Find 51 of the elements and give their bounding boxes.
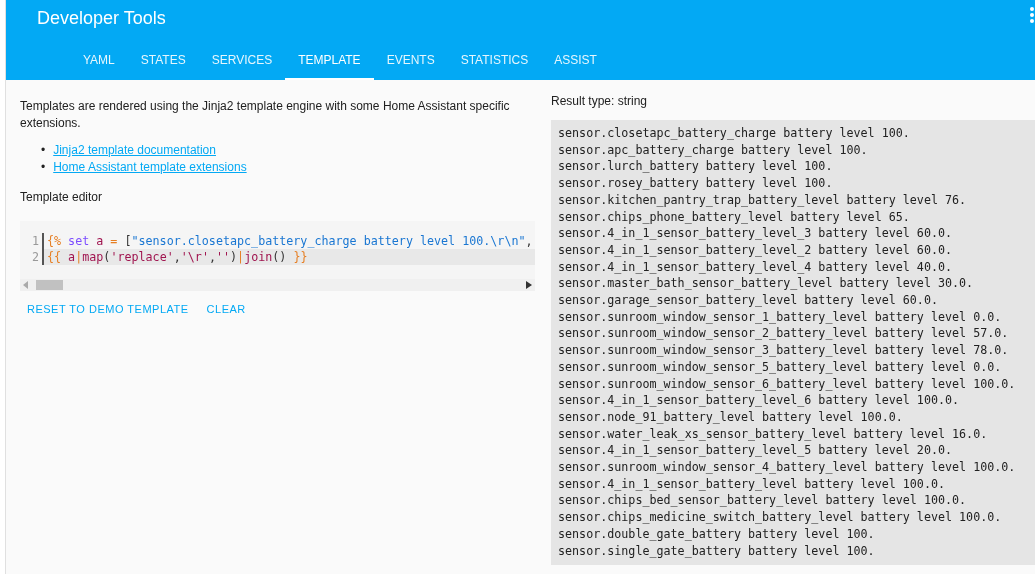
doc-link[interactable]: Home Assistant template extensions: [53, 159, 247, 176]
result-line: sensor.4_in_1_sensor_battery_level_3 battery level 60.0.: [558, 225, 954, 242]
result-line: sensor.apc_battery_charge battery level 100.: [558, 141, 869, 159]
result-line: sensor.sunroom_window_sensor_6_battery_level battery level 100.0.: [558, 375, 1017, 393]
result-line: sensor.sunroom_window_sensor_3_battery_level battery level 78.0.: [558, 342, 1010, 359]
scroll-right-icon[interactable]: [526, 281, 532, 289]
nav-tab[interactable]: STATISTICS: [447, 48, 542, 80]
clear-button[interactable]: CLEAR: [199, 295, 253, 323]
reset-button[interactable]: RESET TO DEMO TEMPLATE: [20, 295, 196, 323]
more-menu-icon[interactable]: [1029, 6, 1035, 24]
page-title: Developer Tools: [37, 8, 166, 30]
bullet: •: [41, 159, 46, 176]
result-line: sensor.sunroom_window_sensor_4_battery_level battery level 100.0.: [558, 459, 1017, 476]
bullet: •: [41, 142, 46, 159]
result-line: sensor.chips_medicine_switch_battery_level battery level 100.0.: [558, 509, 1003, 526]
scroll-left-icon[interactable]: [23, 281, 29, 289]
editor-label: Template editor: [20, 190, 104, 204]
code-line: {% set a = ["sensor.closetapc_battery_charge battery level 100.\r\n",: [47, 233, 533, 249]
result-line: sensor.chips_phone_battery_level battery level 65.: [558, 208, 911, 226]
result-line: sensor.lurch_battery battery level 100.: [558, 158, 834, 176]
nav-tab[interactable]: STATES: [127, 48, 199, 80]
result-line: sensor.sunroom_window_sensor_2_battery_level battery level 57.0.: [558, 325, 1010, 343]
code-line: {{ a|map('replace','\r','')|join() }}: [47, 249, 308, 265]
result-line: sensor.4_in_1_sensor_battery_level_6 battery level 100.0.: [558, 392, 961, 409]
result-line: sensor.water_leak_xs_sensor_battery_level battery level 16.0.: [558, 425, 989, 443]
result-line: sensor.4_in_1_sensor_battery_level_2 battery level 60.0.: [558, 241, 954, 259]
result-line: sensor.sunroom_window_sensor_1_battery_level battery level 0.0.: [558, 308, 1003, 326]
result-line: sensor.4_in_1_sensor_battery_level_4 battery level 40.0.: [558, 258, 954, 276]
result-line: sensor.master_bath_sensor_battery_level battery level 30.0.: [558, 275, 975, 293]
result-line: sensor.4_in_1_sensor_battery_level_5 battery level 20.0.: [558, 442, 954, 460]
result-line: sensor.chips_bed_sensor_battery_level battery level 100.0.: [558, 492, 968, 510]
doc-link[interactable]: Jinja2 template documentation: [53, 142, 216, 159]
result-line: sensor.kitchen_pantry_trap_battery_level battery level 76.: [558, 191, 968, 209]
scroll-thumb[interactable]: [36, 280, 63, 290]
result-line: sensor.rosey_battery battery level 100.: [558, 175, 834, 192]
result-line: sensor.garage_sensor_battery_level battery level 60.0.: [558, 292, 939, 309]
result-type: Result type: string: [551, 94, 649, 108]
nav-tab[interactable]: TEMPLATE: [285, 48, 374, 80]
nav-tab[interactable]: EVENTS: [373, 48, 448, 80]
nav-tab[interactable]: YAML: [70, 48, 128, 80]
nav-tab[interactable]: ASSIST: [541, 48, 610, 80]
result-line: sensor.sunroom_window_sensor_5_battery_level battery level 0.0.: [558, 358, 1003, 376]
result-line: sensor.double_gate_battery battery level 100.: [558, 525, 876, 543]
code-editor[interactable]: 1 {% set a = ["sensor.closetapc_battery_charge battery level 100.\r\n", 2 {{ a|map('replace','\r','')|join() }}: [20, 221, 535, 291]
result-line: sensor.node_91_battery_level battery level 100.0.: [558, 408, 904, 426]
nav-tab[interactable]: SERVICES: [198, 48, 286, 80]
result-line: sensor.single_gate_battery battery level 100.: [558, 542, 876, 560]
intro-text: Templates are rendered using the Jinja2 template engine with some Home Assistant specific extensions.: [20, 98, 511, 132]
result-line: sensor.closetapc_battery_charge battery level 100.: [558, 125, 911, 142]
result-line: sensor.4_in_1_sensor_battery_level battery level 100.0.: [558, 475, 946, 493]
line-number: 2: [20, 249, 44, 265]
